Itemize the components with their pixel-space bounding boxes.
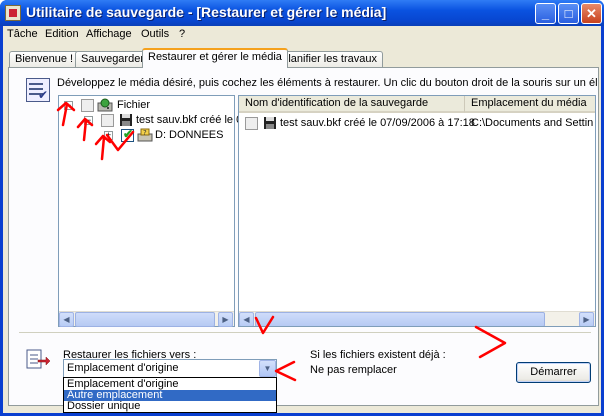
menu-tache[interactable]: Tâche: [7, 28, 38, 40]
tab-panel: Développez le média désiré, puis cochez …: [8, 67, 599, 413]
media-icon: [97, 98, 113, 112]
tree-label-drive: D: DONNEES: [155, 129, 224, 141]
restore-location-select[interactable]: Emplacement d'origine ▼: [63, 359, 277, 378]
scroll-thumb[interactable]: [75, 312, 215, 327]
scroll-left-icon[interactable]: ◀: [59, 312, 74, 327]
app-window: Utilitaire de sauvegarde - [Restaurer et…: [0, 0, 604, 416]
instructions-text: Développez le média désiré, puis cochez …: [57, 77, 597, 89]
floppy-icon: [120, 114, 132, 126]
scroll-right-icon[interactable]: ▶: [218, 312, 233, 327]
scroll-thumb[interactable]: [255, 312, 545, 326]
collapse-icon[interactable]: −: [64, 101, 73, 110]
chevron-down-icon[interactable]: ▼: [259, 360, 276, 377]
table-row[interactable]: test sauv.bkf créé le 07/09/2006 à 17:18…: [239, 116, 595, 132]
menu-help[interactable]: ?: [179, 28, 185, 40]
divider: [19, 332, 591, 333]
title-bar[interactable]: Utilitaire de sauvegarde - [Restaurer et…: [0, 0, 604, 26]
tree-label-backup: test sauv.bkf créé le 0: [136, 114, 243, 126]
column-header-name[interactable]: Nom d'identification de la sauvegarde: [239, 96, 465, 113]
row-location: C:\Documents and Settin: [471, 117, 594, 129]
window-title: Utilitaire de sauvegarde - [Restaurer et…: [26, 4, 387, 20]
column-header-location[interactable]: Emplacement du média: [465, 96, 595, 113]
tree-node-fichier[interactable]: − Fichier: [62, 98, 232, 112]
tree-node-drive[interactable]: + ? D: DONNEES: [62, 127, 232, 142]
tab-bienvenue[interactable]: Bienvenue !: [9, 51, 80, 67]
backup-list[interactable]: Nom d'identification de la sauvegarde Em…: [238, 95, 596, 327]
menu-affichage[interactable]: Affichage: [86, 28, 132, 40]
checkbox-backup[interactable]: [101, 114, 114, 127]
media-tree[interactable]: − Fichier − test sauv.bkf créé le 0 + ✔ …: [58, 95, 242, 327]
row-checkbox[interactable]: [245, 117, 258, 130]
expand-icon[interactable]: +: [104, 131, 113, 140]
tab-sauvegarder[interactable]: Sauvegarder: [75, 51, 150, 67]
checkbox-fichier[interactable]: [81, 99, 94, 112]
floppy-icon: [264, 117, 276, 129]
minimize-button[interactable]: _: [535, 3, 556, 24]
checklist-icon: [26, 78, 50, 102]
menu-edition[interactable]: Edition: [45, 28, 79, 40]
restore-icon: [26, 349, 50, 369]
tree-node-backup[interactable]: − test sauv.bkf créé le 0: [62, 114, 242, 127]
menu-bar: Tâche Edition Affichage Outils ?: [3, 26, 601, 43]
option-dossier-unique[interactable]: Dossier unique: [64, 401, 276, 412]
drive-icon: ?: [137, 128, 153, 142]
row-name: test sauv.bkf créé le 07/09/2006 à 17:18: [280, 117, 475, 129]
tree-horizontal-scrollbar[interactable]: ◀ ▶: [59, 311, 234, 327]
scroll-right-icon[interactable]: ▶: [579, 312, 594, 326]
collapse-icon[interactable]: −: [84, 116, 93, 125]
scroll-left-icon[interactable]: ◀: [239, 312, 254, 326]
if-exists-value: Ne pas remplacer: [310, 364, 397, 376]
restore-location-dropdown[interactable]: Emplacement d'origine Autre emplacement …: [63, 377, 277, 413]
maximize-button[interactable]: □: [558, 3, 579, 24]
tab-restaurer[interactable]: Restaurer et gérer le média: [142, 48, 288, 68]
tab-strip: Bienvenue ! Sauvegarder Restaurer et gér…: [3, 48, 601, 68]
checkbox-drive[interactable]: [121, 127, 134, 142]
list-horizontal-scrollbar[interactable]: ◀ ▶: [239, 311, 595, 326]
start-button[interactable]: Démarrer: [516, 362, 591, 383]
if-exists-label: Si les fichiers existent déjà :: [310, 349, 446, 361]
tab-planifier[interactable]: Planifier les travaux: [275, 51, 383, 67]
close-button[interactable]: ✕: [581, 3, 602, 24]
tree-label-fichier: Fichier: [117, 99, 151, 111]
svg-text:?: ?: [143, 129, 147, 137]
client-area: Tâche Edition Affichage Outils ? Bienven…: [3, 26, 601, 413]
app-icon: [5, 5, 21, 21]
menu-outils[interactable]: Outils: [141, 28, 169, 40]
restore-location-value: Emplacement d'origine: [67, 362, 179, 374]
